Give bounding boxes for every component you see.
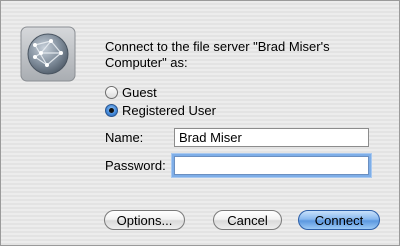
radio-registered-user[interactable]: Registered User <box>105 103 216 118</box>
options-button[interactable]: Options... <box>104 210 185 230</box>
server-globe-icon <box>17 23 79 85</box>
connect-to-server-dialog: Connect to the file server "Brad Miser's… <box>0 0 400 246</box>
radio-circle-icon[interactable] <box>105 86 118 99</box>
connect-button[interactable]: Connect <box>298 210 380 230</box>
name-label: Name: <box>105 130 144 145</box>
cancel-button[interactable]: Cancel <box>213 210 282 230</box>
password-field[interactable] <box>174 156 369 175</box>
radio-guest-label: Guest <box>122 85 157 100</box>
name-field[interactable] <box>174 128 369 147</box>
radio-registered-user-label: Registered User <box>122 103 216 118</box>
dialog-message: Connect to the file server "Brad Miser's… <box>105 39 330 70</box>
radio-selected-icon[interactable] <box>105 104 118 117</box>
radio-guest[interactable]: Guest <box>105 85 157 100</box>
password-label: Password: <box>105 158 166 173</box>
